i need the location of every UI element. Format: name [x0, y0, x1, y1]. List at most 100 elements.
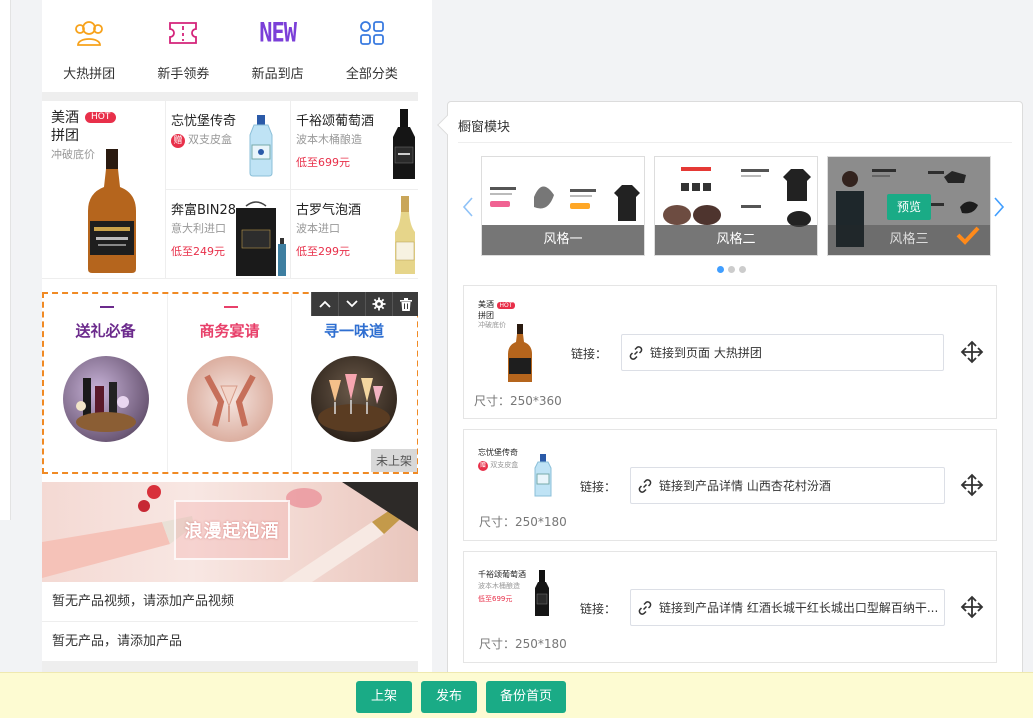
- category-column-business[interactable]: 商务宴请: [168, 294, 292, 472]
- move-up-button[interactable]: [311, 292, 338, 316]
- product-title: 奔富BIN28: [171, 203, 237, 218]
- coupon-icon: [166, 16, 200, 50]
- link-input[interactable]: 链接到页面 大热拼团: [621, 334, 944, 371]
- carousel-next-button[interactable]: [993, 196, 1005, 222]
- module-toolbar: [311, 292, 419, 316]
- group-buy-icon: [72, 16, 106, 50]
- style-option-1[interactable]: 风格一: [481, 156, 645, 256]
- style-option-3[interactable]: 预览 风格三: [827, 156, 991, 256]
- move-down-button[interactable]: [338, 292, 365, 316]
- left-panel-edge: [0, 0, 11, 520]
- style-1-thumbnail: [490, 185, 640, 221]
- sparkling-wine-banner[interactable]: 浪漫起泡酒: [42, 482, 419, 582]
- product-price: 低至299元: [296, 245, 350, 258]
- item-thumbnail: 千裕颂葡萄酒 波本木桶酿造 低至699元: [478, 566, 549, 646]
- drag-handle-icon[interactable]: [960, 473, 984, 497]
- product-title: 忘忧堡传奇: [171, 114, 237, 129]
- trash-icon: [400, 297, 412, 311]
- phone-bottom-divider: [42, 662, 419, 672]
- category-title: 送礼必备: [75, 322, 136, 340]
- publish-button[interactable]: 发布: [421, 681, 477, 713]
- category-grid-icon: [355, 16, 389, 50]
- link-input[interactable]: 链接到产品详情 山西杏花村汾酒: [630, 467, 945, 504]
- phone-gutter: [418, 0, 432, 672]
- product-cell-3[interactable]: 奔富BIN28 意大利进口 低至249元: [166, 190, 291, 279]
- link-label: 链接：: [580, 602, 617, 616]
- link-text: 链接到产品详情 山西杏花村汾酒: [659, 479, 831, 493]
- chevron-right-icon: [994, 197, 1005, 217]
- gift-box-bottle-image: [236, 201, 286, 276]
- size-text: 尺寸：250*180: [479, 637, 567, 651]
- drag-handle-icon[interactable]: [960, 340, 984, 364]
- carousel-dot[interactable]: [728, 266, 735, 273]
- window-item-card-3: 千裕颂葡萄酒 波本木桶酿造 低至699元 链接： 链接到产品详情 红酒长城干红长…: [463, 551, 997, 663]
- carousel-dot-active[interactable]: [717, 266, 724, 273]
- product-cell-1[interactable]: 忘忧堡传奇 赠双支皮盒: [166, 101, 291, 190]
- link-icon: [629, 345, 643, 360]
- chevron-up-icon: [319, 300, 331, 308]
- product-subtitle: 波本木桶酿造: [296, 133, 362, 146]
- title-accent-line: [100, 306, 114, 308]
- style-label: 风格二: [655, 225, 817, 255]
- gift-badge: 赠: [171, 134, 185, 148]
- nav-item-coupon[interactable]: 新手领券: [136, 0, 230, 92]
- banner-title: 浪漫起泡酒: [184, 521, 280, 542]
- action-footer: 上架 发布 备份首页: [0, 672, 1033, 718]
- shelf-button[interactable]: 上架: [356, 681, 412, 713]
- nav-item-all-categories[interactable]: 全部分类: [325, 0, 419, 92]
- category-column-taste[interactable]: 寻一味道: [292, 294, 416, 472]
- champagne-tray-image: [311, 356, 397, 442]
- thumb-bottle-image: [508, 324, 532, 382]
- selected-category-module[interactable]: 送礼必备 商务宴请 寻一味道 未上架: [42, 292, 419, 474]
- panel-title: 橱窗模块: [458, 120, 511, 135]
- product-cell-2[interactable]: 千裕颂葡萄酒 波本木桶酿造 低至699元: [291, 101, 419, 190]
- settings-button[interactable]: [365, 292, 392, 316]
- nav-label: 新手领券: [157, 67, 210, 82]
- window-module-editor: 橱窗模块 风格一 风格二 预览 风格三 美酒 HOT 拼团 冲破底价 链接： 链…: [447, 101, 1023, 681]
- product-price: 低至249元: [171, 245, 225, 258]
- style-label: 风格一: [482, 225, 644, 255]
- gift-badge: 赠: [478, 461, 488, 471]
- nav-label: 新品到店: [251, 67, 304, 82]
- link-text: 链接到页面 大热拼团: [650, 346, 762, 360]
- panel-divider: [458, 142, 1012, 143]
- product-subtitle: 赠双支皮盒: [171, 131, 232, 148]
- status-badge: 未上架: [370, 449, 417, 472]
- hot-badge: HOT: [85, 112, 117, 123]
- product-cell-featured[interactable]: 美酒 HOT 拼团 冲破底价: [42, 101, 166, 279]
- product-price: 低至699元: [296, 156, 350, 169]
- phone-preview: 大热拼团 新手领券 NEW 新品到店 全部分类 美酒 HOT 拼团 冲破底价 忘…: [42, 0, 419, 672]
- style-option-2[interactable]: 风格二: [654, 156, 818, 256]
- link-icon: [638, 478, 652, 493]
- product-subtitle: 意大利进口: [171, 222, 226, 235]
- product-title: 古罗气泡酒: [296, 203, 362, 218]
- carousel-prev-button[interactable]: [462, 196, 474, 222]
- white-wine-bottle-image: [395, 196, 415, 274]
- style-2-thumbnail: [663, 167, 811, 227]
- nav-item-group-buy[interactable]: 大热拼团: [42, 0, 136, 92]
- backup-home-button[interactable]: 备份首页: [486, 681, 566, 713]
- carousel-dot[interactable]: [739, 266, 746, 273]
- product-cell-4[interactable]: 古罗气泡酒 波本进口 低至299元: [291, 190, 419, 279]
- drag-handle-icon[interactable]: [960, 595, 984, 619]
- toast-glasses-image: [187, 356, 273, 442]
- product-subtitle: 波本进口: [296, 222, 340, 235]
- product-window-module[interactable]: 美酒 HOT 拼团 冲破底价 忘忧堡传奇 赠双支皮盒 千裕颂葡萄酒 波本木桶酿造…: [42, 101, 419, 279]
- link-text: 链接到产品详情 红酒长城干红长城出口型解百纳干...: [659, 601, 939, 615]
- preview-button[interactable]: 预览: [887, 194, 931, 220]
- product-title: 千裕颂葡萄酒: [296, 114, 375, 129]
- nav-item-new-arrivals[interactable]: NEW 新品到店: [231, 0, 325, 92]
- whiskey-bottle-image: [88, 149, 136, 273]
- link-icon: [638, 600, 652, 615]
- hot-badge: HOT: [496, 302, 516, 309]
- link-input[interactable]: 链接到产品详情 红酒长城干红长城出口型解百纳干...: [630, 589, 945, 626]
- no-video-message: 暂无产品视频，请添加产品视频: [42, 582, 419, 622]
- black-bottle-image: [393, 109, 415, 179]
- delete-button[interactable]: [392, 292, 419, 316]
- section-divider: [42, 92, 419, 101]
- gift-basket-image: [63, 356, 149, 442]
- selected-check-icon: [956, 225, 980, 249]
- title-accent-line: [224, 306, 238, 308]
- category-column-gift[interactable]: 送礼必备: [44, 294, 168, 472]
- nav-icon-row: 大热拼团 新手领券 NEW 新品到店 全部分类: [42, 0, 419, 92]
